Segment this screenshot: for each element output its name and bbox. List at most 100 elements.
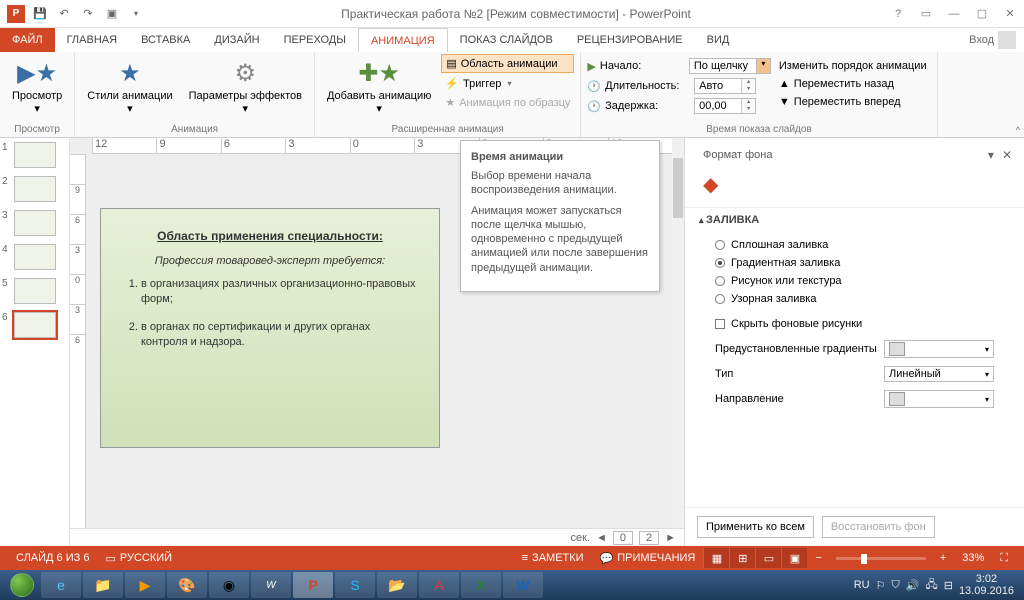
thumb-1[interactable]: 1 <box>0 138 69 172</box>
qat-customize-icon[interactable]: ▾ <box>124 2 148 26</box>
tray-clock[interactable]: 3:02 13.09.2016 <box>959 573 1014 597</box>
type-combo[interactable]: Линейный▾ <box>884 366 994 382</box>
preview-button[interactable]: ▶★ Просмотр ▾ <box>6 54 68 120</box>
task-excel-icon[interactable]: X <box>461 572 501 598</box>
task-pdf-icon[interactable]: A <box>419 572 459 598</box>
start-select[interactable] <box>689 58 757 74</box>
thumb-3[interactable]: 3 <box>0 206 69 240</box>
qat-undo-icon[interactable]: ↶ <box>52 2 76 26</box>
tray-lang[interactable]: RU <box>854 579 870 591</box>
tray-flag-icon[interactable]: ⚐ <box>876 579 886 592</box>
check-hide-bg[interactable]: Скрыть фоновые рисунки <box>685 312 1024 336</box>
task-chrome-icon[interactable]: ◉ <box>209 572 249 598</box>
view-sorter-icon[interactable]: ⊞ <box>729 548 755 568</box>
slide-thumbnails: 1 2 3 4 5 6 <box>0 138 70 546</box>
status-notes[interactable]: ≡ЗАМЕТКИ <box>514 552 592 564</box>
move-back-button[interactable]: ▲ Переместить назад <box>775 76 931 92</box>
qat-start-icon[interactable]: ▣ <box>100 2 124 26</box>
tab-review[interactable]: РЕЦЕНЗИРОВАНИЕ <box>565 28 695 52</box>
fit-to-window-icon[interactable]: ⛶ <box>992 552 1016 565</box>
delay-down[interactable]: ▾ <box>742 106 755 113</box>
effect-params-button[interactable]: ⚙ Параметры эффектов ▾ <box>183 54 308 120</box>
tray-net-icon[interactable]: 🖧 <box>925 576 937 595</box>
anim-styles-button[interactable]: ★ Стили анимации ▾ <box>81 54 178 120</box>
task-explorer-icon[interactable]: 📁 <box>83 572 123 598</box>
gear-icon: ⚙ <box>229 58 261 90</box>
zoom-in-icon[interactable]: + <box>932 552 954 564</box>
slide-canvas[interactable]: Область применения специальности: Профес… <box>100 208 440 448</box>
add-anim-label: Добавить анимацию <box>327 90 431 103</box>
strip-right-icon[interactable]: ► <box>665 532 676 544</box>
tab-transitions[interactable]: ПЕРЕХОДЫ <box>272 28 358 52</box>
tab-animations[interactable]: АНИМАЦИЯ <box>358 28 448 52</box>
task-write-icon[interactable]: W <box>251 572 291 598</box>
anim-pane-button[interactable]: ▤ Область анимации <box>441 54 574 73</box>
qat-save-icon[interactable]: 💾 <box>28 2 52 26</box>
radio-picture[interactable]: Рисунок или текстура <box>715 272 994 290</box>
help-icon[interactable]: ? <box>884 2 912 26</box>
editor-scroll-v[interactable] <box>672 138 684 534</box>
tab-file[interactable]: ФАЙЛ <box>0 28 55 52</box>
status-lang[interactable]: ▭РУССКИЙ <box>97 552 180 565</box>
preset-combo[interactable]: ▾ <box>884 340 994 358</box>
move-fwd-button[interactable]: ▼ Переместить вперед <box>775 94 931 110</box>
ribbon-display-icon[interactable]: ▭ <box>912 2 940 26</box>
ribbon-collapse-icon[interactable]: ^ <box>1016 125 1020 135</box>
radio-solid[interactable]: Сплошная заливка <box>715 236 994 254</box>
tray-sound-icon[interactable]: 🔊 <box>906 579 920 592</box>
zoom-out-icon[interactable]: − <box>807 552 829 564</box>
task-paint-icon[interactable]: 🎨 <box>167 572 207 598</box>
start-button[interactable] <box>4 571 40 599</box>
minimize-icon[interactable]: — <box>940 2 968 26</box>
zoom-slider[interactable] <box>836 557 926 560</box>
tab-slideshow[interactable]: ПОКАЗ СЛАЙДОВ <box>448 28 565 52</box>
task-ie-icon[interactable]: e <box>41 572 81 598</box>
duration-input[interactable] <box>695 79 741 93</box>
trigger-button[interactable]: ⚡ Триггер ▾ <box>441 75 574 92</box>
radio-pattern[interactable]: Узорная заливка <box>715 290 994 308</box>
radio-gradient[interactable]: Градиентная заливка <box>715 254 994 272</box>
view-normal-icon[interactable]: ▦ <box>703 548 729 568</box>
task-ppt-icon[interactable]: P <box>293 572 333 598</box>
task-folder-icon[interactable]: 📂 <box>377 572 417 598</box>
pane-dropdown-icon[interactable]: ▾ <box>988 148 994 162</box>
delay-up[interactable]: ▴ <box>742 99 755 106</box>
thumb-5[interactable]: 5 <box>0 274 69 308</box>
chevron-down-icon: ▾ <box>376 103 382 116</box>
fill-bucket-icon[interactable]: ◆ <box>685 168 1024 207</box>
thumb-2[interactable]: 2 <box>0 172 69 206</box>
add-anim-button[interactable]: ✚★ Добавить анимацию ▾ <box>321 54 437 120</box>
direction-combo[interactable]: ▾ <box>884 390 994 408</box>
task-skype-icon[interactable]: S <box>335 572 375 598</box>
tray-device-icon[interactable]: ⊟ <box>944 579 953 592</box>
start-dropdown-button[interactable]: ▾ <box>757 58 771 74</box>
tab-view[interactable]: ВИД <box>695 28 742 52</box>
tooltip-p2: Анимация может запускаться после щелчка … <box>471 204 649 275</box>
tab-design[interactable]: ДИЗАЙН <box>202 28 271 52</box>
close-icon[interactable]: ✕ <box>996 2 1024 26</box>
view-reading-icon[interactable]: ▭ <box>755 548 781 568</box>
thumb-4[interactable]: 4 <box>0 240 69 274</box>
status-slide: СЛАЙД 6 ИЗ 6 <box>8 552 97 564</box>
tab-insert[interactable]: ВСТАВКА <box>129 28 202 52</box>
login-link[interactable]: Вход <box>961 28 1024 52</box>
thumb-6[interactable]: 6 <box>0 308 69 342</box>
type-label: Тип <box>715 368 884 380</box>
fill-accordion[interactable]: ЗАЛИВКА <box>685 207 1024 232</box>
duration-down[interactable]: ▾ <box>742 86 755 93</box>
tray-safe-icon[interactable]: ⛉ <box>892 579 900 592</box>
task-word-icon[interactable]: W <box>503 572 543 598</box>
maximize-icon[interactable]: ▢ <box>968 2 996 26</box>
duration-up[interactable]: ▴ <box>742 79 755 86</box>
strip-left-icon[interactable]: ◄ <box>596 532 607 544</box>
delay-input[interactable] <box>695 99 741 113</box>
tab-home[interactable]: ГЛАВНАЯ <box>55 28 129 52</box>
trigger-label: Триггер <box>463 78 501 90</box>
view-slideshow-icon[interactable]: ▣ <box>781 548 807 568</box>
status-comments[interactable]: 💬ПРИМЕЧАНИЯ <box>592 552 704 565</box>
apply-all-button[interactable]: Применить ко всем <box>697 516 814 538</box>
pane-close-icon[interactable]: ✕ <box>1002 148 1012 162</box>
qat-redo-icon[interactable]: ↷ <box>76 2 100 26</box>
zoom-label[interactable]: 33% <box>954 552 992 564</box>
task-media-icon[interactable]: ▶ <box>125 572 165 598</box>
